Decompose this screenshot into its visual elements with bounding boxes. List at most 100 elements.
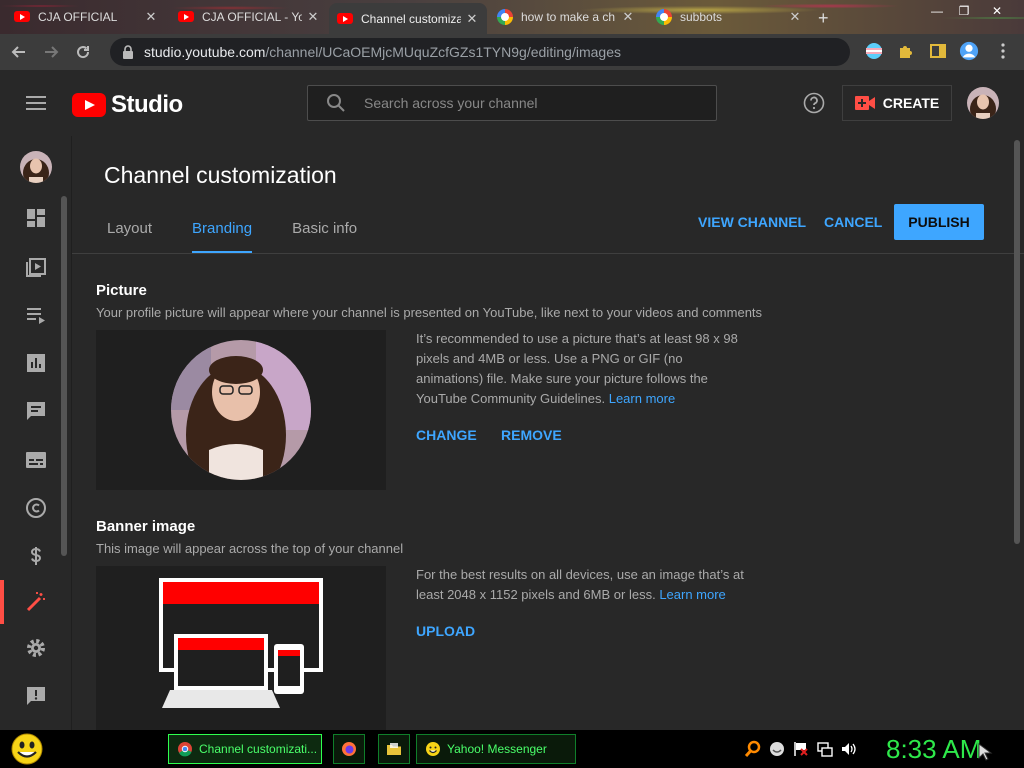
sidebar-item-customization[interactable]	[0, 580, 72, 624]
tab-basic-info[interactable]: Basic info	[292, 220, 357, 254]
create-label: CREATE	[882, 95, 940, 111]
studio-wordmark: Studio	[111, 91, 183, 118]
main-scrollbar[interactable]	[1014, 140, 1020, 544]
youtube-favicon	[337, 11, 353, 27]
analytics-icon	[27, 354, 45, 372]
side-panel-icon[interactable]	[928, 41, 948, 61]
tab-close-icon[interactable]: ✕	[306, 9, 320, 25]
tab-title: CJA OFFICIAL	[38, 9, 118, 24]
extension-flag-icon[interactable]	[864, 41, 884, 61]
restore-window-icon[interactable]: ❐	[955, 4, 973, 18]
new-tab-icon[interactable]: +	[818, 8, 829, 29]
sidebar-item-content[interactable]	[0, 245, 72, 289]
tab-close-icon[interactable]: ✕	[788, 9, 802, 25]
sidebar-item-analytics[interactable]	[0, 341, 72, 385]
picture-guideline-line-4: YouTube Community Guidelines. Learn more	[416, 389, 746, 409]
taskbar-firefox[interactable]	[333, 734, 365, 764]
sidebar-item-comments[interactable]	[0, 389, 72, 433]
browser-tab-active[interactable]: Channel customization ✕	[329, 3, 487, 34]
taskbar-clock: 8:33 AM	[886, 734, 982, 764]
change-picture-button[interactable]: CHANGE	[416, 427, 477, 443]
picture-section-description: Your profile picture will appear where y…	[96, 305, 763, 320]
browser-tab-5[interactable]: subbots ✕	[648, 3, 810, 30]
banner-section-title: Banner image	[96, 518, 196, 535]
folder-icon	[387, 743, 401, 755]
picture-guideline-line-3: animations) file. Make sure your picture…	[416, 371, 708, 386]
minimize-window-icon[interactable]: —	[928, 4, 946, 18]
publish-button[interactable]: PUBLISH	[894, 204, 984, 240]
tray-search-icon[interactable]	[744, 740, 762, 758]
tray-flag-icon[interactable]	[792, 740, 810, 758]
help-icon[interactable]	[803, 92, 825, 114]
menu-icon[interactable]	[26, 96, 46, 110]
browser-menu-icon[interactable]	[993, 41, 1013, 61]
sidebar-item-playlists[interactable]	[0, 293, 72, 337]
taskbar-folder[interactable]	[378, 734, 410, 764]
channel-avatar[interactable]	[20, 151, 52, 183]
search-input[interactable]	[364, 95, 684, 111]
browser-tab-4[interactable]: how to make a ch ✕	[489, 3, 643, 30]
close-window-icon[interactable]: ✕	[988, 4, 1006, 18]
picture-section-title: Picture	[96, 282, 147, 299]
browser-tab-2[interactable]: CJA OFFICIAL - YouTube ✕	[170, 3, 328, 30]
comments-icon	[27, 402, 45, 420]
tab-close-icon[interactable]: ✕	[621, 9, 635, 25]
remove-picture-button[interactable]: REMOVE	[501, 427, 562, 443]
sidebar-item-dashboard[interactable]	[0, 196, 72, 240]
sidebar-item-subtitles[interactable]	[0, 438, 72, 482]
tab-close-icon[interactable]: ✕	[465, 11, 479, 27]
tab-close-icon[interactable]: ✕	[144, 9, 158, 25]
account-avatar[interactable]	[967, 87, 999, 119]
upload-banner-button[interactable]: UPLOAD	[416, 623, 475, 639]
taskbar-yahoo-messenger[interactable]: Yahoo! Messenger	[416, 734, 576, 764]
address-bar[interactable]: studio.youtube.com/channel/UCaOEMjcMUquZ…	[110, 38, 850, 66]
mouse-cursor-icon	[978, 743, 993, 761]
tab-layout[interactable]: Layout	[107, 220, 152, 254]
studio-logo[interactable]: Studio	[72, 91, 183, 119]
channel-customization-page: Channel customization Layout Branding Ba…	[72, 136, 1024, 730]
tray-network-icon[interactable]	[816, 740, 834, 758]
extensions-puzzle-icon[interactable]	[896, 41, 916, 61]
channel-search[interactable]	[307, 85, 717, 121]
tray-messenger-icon[interactable]	[768, 740, 786, 758]
picture-guideline-line-1: It’s recommended to use a picture that’s…	[416, 331, 738, 346]
forward-icon[interactable]	[38, 39, 64, 65]
sidebar-item-copyright[interactable]	[0, 486, 72, 530]
sidebar-item-earn[interactable]	[0, 534, 72, 578]
back-icon[interactable]	[6, 39, 32, 65]
tab-title: how to make a ch	[521, 9, 616, 24]
view-channel-button[interactable]: VIEW CHANNEL	[698, 214, 806, 234]
picture-learn-more-link[interactable]: Learn more	[609, 391, 675, 406]
subtitles-icon	[26, 452, 46, 468]
picture-guideline-line-4-text: YouTube Community Guidelines.	[416, 391, 606, 406]
dollar-icon	[30, 547, 42, 565]
banner-learn-more-link[interactable]: Learn more	[659, 587, 725, 602]
banner-guideline-line-1: For the best results on all devices, use…	[416, 567, 744, 582]
sidebar-item-feedback[interactable]	[0, 674, 72, 718]
start-smiley-icon[interactable]	[8, 731, 46, 767]
customization-tabs: Layout Branding Basic info	[107, 220, 397, 254]
create-button[interactable]: CREATE	[842, 85, 952, 121]
profile-icon[interactable]	[959, 41, 979, 61]
tab-divider	[72, 253, 1024, 254]
reload-icon[interactable]	[70, 39, 96, 65]
playlists-icon	[27, 308, 45, 324]
browser-tab-1[interactable]: CJA OFFICIAL ✕	[6, 3, 166, 30]
content-icon	[26, 258, 46, 277]
tray-volume-icon[interactable]	[840, 740, 858, 758]
copyright-icon	[26, 498, 46, 518]
dashboard-icon	[27, 209, 45, 227]
taskbar-chrome-window[interactable]: Channel customizati...	[168, 734, 322, 764]
banner-guidelines: For the best results on all devices, use…	[416, 565, 746, 605]
os-taskbar: Channel customizati... Yahoo! Messenger	[0, 730, 1024, 768]
gear-icon	[27, 639, 45, 657]
banner-guideline-line-2: least 2048 x 1152 pixels and 6MB or less…	[416, 585, 746, 605]
banner-section-description: This image will appear across the top of…	[96, 541, 404, 556]
tab-branding[interactable]: Branding	[192, 220, 253, 254]
customization-wand-icon	[26, 592, 45, 612]
sidebar-item-settings[interactable]	[0, 626, 72, 670]
youtube-favicon	[178, 9, 194, 25]
profile-photo	[171, 340, 311, 480]
taskbar-yahoo-label: Yahoo! Messenger	[447, 742, 547, 756]
cancel-button[interactable]: CANCEL	[824, 214, 882, 234]
